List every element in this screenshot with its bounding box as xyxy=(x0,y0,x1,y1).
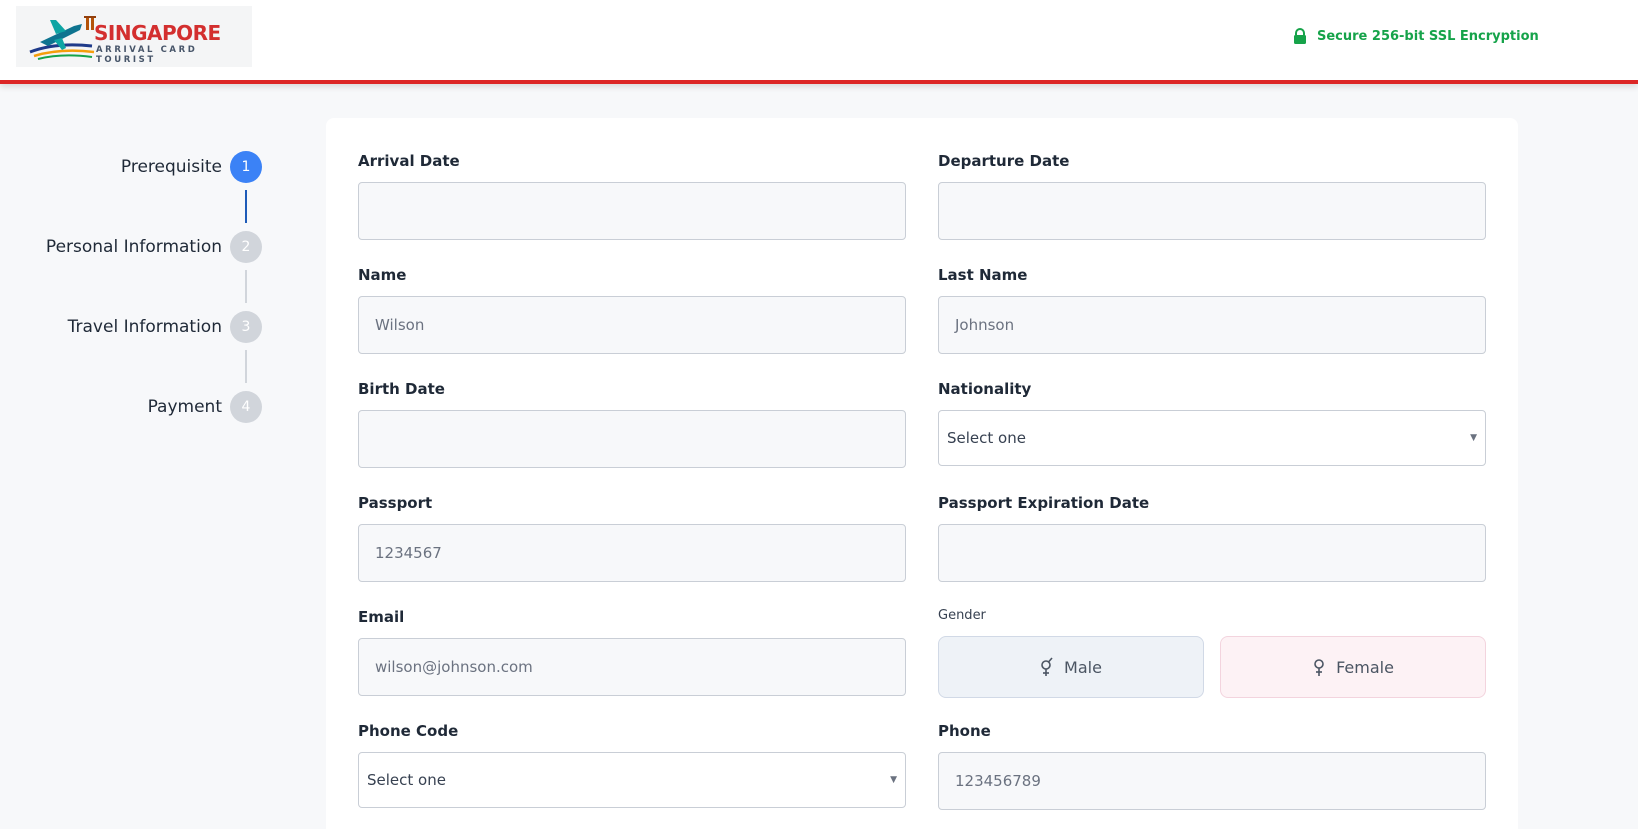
phone-code-select[interactable]: Select one ▼ xyxy=(358,752,906,808)
airplane-logo-icon xyxy=(29,16,96,60)
nationality-selected-value: Select one xyxy=(947,429,1026,447)
step-prerequisite[interactable]: Prerequisite 1 xyxy=(0,150,262,184)
last-name-input[interactable]: Johnson xyxy=(938,296,1486,354)
gender-female-button[interactable]: Female xyxy=(1220,636,1486,698)
step-label: Personal Information xyxy=(45,237,222,257)
site-logo[interactable]: SINGAPORE ARRIVAL CARD TOURIST xyxy=(16,6,252,67)
birth-date-input[interactable] xyxy=(358,410,906,468)
step-connector xyxy=(245,270,247,303)
step-label: Prerequisite xyxy=(120,157,222,177)
male-icon xyxy=(1040,657,1054,677)
step-number: 4 xyxy=(230,391,262,423)
departure-date-label: Departure Date xyxy=(938,152,1070,170)
name-label: Name xyxy=(358,266,407,284)
last-name-label: Last Name xyxy=(938,266,1028,284)
gender-male-label: Male xyxy=(1064,657,1102,677)
gender-female-label: Female xyxy=(1336,657,1394,677)
step-connector xyxy=(245,190,247,223)
ssl-text: Secure 256-bit SSL Encryption xyxy=(1317,28,1539,44)
gender-label: Gender xyxy=(938,608,986,623)
passport-input[interactable]: 1234567 xyxy=(358,524,906,582)
step-number: 2 xyxy=(230,231,262,263)
chevron-down-icon: ▼ xyxy=(890,775,897,785)
nationality-label: Nationality xyxy=(938,380,1032,398)
nationality-select[interactable]: Select one ▼ xyxy=(938,410,1486,466)
email-input[interactable]: wilson@johnson.com xyxy=(358,638,906,696)
birth-date-label: Birth Date xyxy=(358,380,445,398)
step-label: Payment xyxy=(147,397,222,417)
step-label: Travel Information xyxy=(67,317,222,337)
phone-code-selected-value: Select one xyxy=(367,771,446,789)
passport-expiration-input[interactable] xyxy=(938,524,1486,582)
passport-expiration-label: Passport Expiration Date xyxy=(938,494,1150,512)
gender-male-button[interactable]: Male xyxy=(938,636,1204,698)
passport-label: Passport xyxy=(358,494,433,512)
departure-date-input[interactable] xyxy=(938,182,1486,240)
step-number: 1 xyxy=(230,151,262,183)
logo-subtitle: ARRIVAL CARD TOURIST xyxy=(96,45,198,65)
lock-icon xyxy=(1294,28,1306,44)
ssl-badge: Secure 256-bit SSL Encryption xyxy=(1293,27,1539,45)
female-icon xyxy=(1312,657,1326,677)
chevron-down-icon: ▼ xyxy=(1470,433,1477,443)
step-connector xyxy=(245,350,247,383)
step-personal-information[interactable]: Personal Information 2 xyxy=(0,230,262,264)
step-travel-information[interactable]: Travel Information 3 xyxy=(0,310,262,344)
phone-code-label: Phone Code xyxy=(358,722,459,740)
step-payment[interactable]: Payment 4 xyxy=(0,390,262,424)
site-header: SINGAPORE ARRIVAL CARD TOURIST Secure 25… xyxy=(0,0,1638,84)
arrival-date-label: Arrival Date xyxy=(358,152,460,170)
email-label: Email xyxy=(358,608,405,626)
form-card: Arrival Date Departure Date Name Wilson … xyxy=(326,118,1518,829)
step-number: 3 xyxy=(230,311,262,343)
arrival-date-input[interactable] xyxy=(358,182,906,240)
phone-input[interactable]: 123456789 xyxy=(938,752,1486,810)
logo-title: SINGAPORE xyxy=(94,21,221,45)
name-input[interactable]: Wilson xyxy=(358,296,906,354)
phone-label: Phone xyxy=(938,722,991,740)
